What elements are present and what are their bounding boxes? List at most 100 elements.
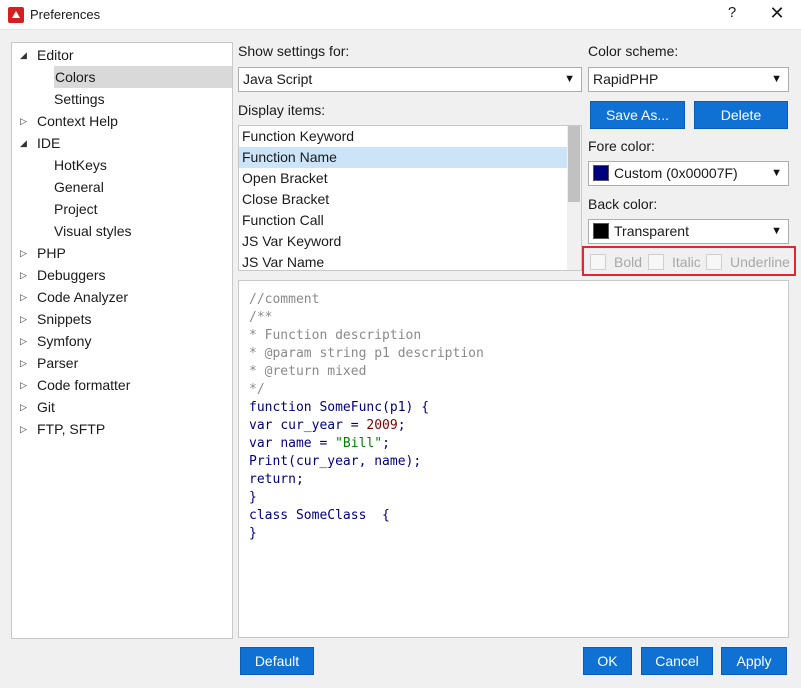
list-item[interactable]: JS Var Keyword xyxy=(239,231,581,252)
chevron-down-icon: ▼ xyxy=(771,167,782,179)
list-scrollbar-thumb[interactable] xyxy=(568,126,580,202)
code-token: SomeFunc(p1) { xyxy=(319,400,430,415)
show-settings-combo[interactable]: Java Script ▼ xyxy=(238,67,582,92)
tree-item-label: FTP, SFTP xyxy=(37,421,106,437)
ok-button[interactable]: OK xyxy=(583,647,632,675)
code-token: var xyxy=(249,418,281,433)
default-button[interactable]: Default xyxy=(240,647,314,675)
code-token: } xyxy=(249,490,257,505)
help-button[interactable]: ? xyxy=(722,4,742,21)
tree-item-code-analyzer[interactable]: ▷ Code Analyzer xyxy=(20,286,128,308)
code-token: * @param string p1 description xyxy=(249,346,484,361)
display-items-label: Display items: xyxy=(238,102,326,118)
display-items-list[interactable]: Function Keyword Function Name Open Bracke… xyxy=(238,125,582,271)
tree-item-label: Parser xyxy=(37,355,79,371)
code-line: //comment xyxy=(249,291,319,309)
tree-item-colors[interactable]: Colors xyxy=(54,66,232,88)
code-preview: //comment /** * Function description * @par… xyxy=(238,280,789,638)
code-token: 2009 xyxy=(366,418,398,433)
collapsed-arrow-icon[interactable]: ▷ xyxy=(20,110,35,132)
checkbox-box xyxy=(648,254,664,270)
code-token: */ xyxy=(249,382,265,397)
color-scheme-value: RapidPHP xyxy=(593,71,659,87)
fore-color-value: Custom (0x00007F) xyxy=(614,165,738,181)
tree-item-php[interactable]: ▷ PHP xyxy=(20,242,66,264)
list-item[interactable]: Function Keyword xyxy=(239,126,581,147)
code-token: } xyxy=(249,526,257,541)
list-item[interactable]: Close Bracket xyxy=(239,189,581,210)
tree-item-debuggers[interactable]: ▷ Debuggers xyxy=(20,264,106,286)
tree-item-label: Code formatter xyxy=(37,377,131,393)
list-item[interactable]: Function Call xyxy=(239,210,581,231)
code-token: ; xyxy=(295,472,304,487)
collapsed-arrow-icon[interactable]: ▷ xyxy=(20,242,35,264)
tree-item-label: IDE xyxy=(37,135,61,151)
tree-item-hotkeys[interactable]: HotKeys xyxy=(54,154,107,176)
list-item[interactable]: Open Bracket xyxy=(239,168,581,189)
dialog-client: ◢ Editor Colors Settings ▷ Context Help ◢ IDE Ho… xyxy=(0,30,801,688)
preferences-tree[interactable]: ◢ Editor Colors Settings ▷ Context Help ◢ IDE Ho… xyxy=(11,42,233,639)
tree-item-label: Context Help xyxy=(37,113,118,129)
collapsed-arrow-icon[interactable]: ▷ xyxy=(20,308,35,330)
tree-item-general[interactable]: General xyxy=(54,176,104,198)
code-line: */ xyxy=(249,381,265,399)
code-line: } xyxy=(249,525,257,543)
code-token: Print(cur_year, name); xyxy=(249,454,422,469)
tree-item-project[interactable]: Project xyxy=(54,198,98,220)
code-token: class xyxy=(249,508,296,523)
italic-checkbox: Italic xyxy=(648,254,701,272)
tree-item-settings[interactable]: Settings xyxy=(54,88,105,110)
code-line: function SomeFunc(p1) { xyxy=(249,399,429,417)
tree-item-editor[interactable]: ◢ Editor xyxy=(20,44,74,66)
code-token: SomeClass { xyxy=(295,508,390,523)
code-token: /** xyxy=(249,310,273,325)
code-token: * Function description xyxy=(249,328,422,343)
tree-item-visual-styles[interactable]: Visual styles xyxy=(54,220,132,242)
fore-color-combo[interactable]: Custom (0x00007F) ▼ xyxy=(588,161,789,186)
collapsed-arrow-icon[interactable]: ▷ xyxy=(20,352,35,374)
collapsed-arrow-icon[interactable]: ▷ xyxy=(20,418,35,440)
code-line: Print(cur_year, name); xyxy=(249,453,421,471)
tree-item-label: Editor xyxy=(37,47,74,63)
collapsed-arrow-icon[interactable]: ▷ xyxy=(20,286,35,308)
collapsed-arrow-icon[interactable]: ▷ xyxy=(20,396,35,418)
code-line: * @return mixed xyxy=(249,363,366,381)
code-line: * @param string p1 description xyxy=(249,345,484,363)
collapsed-arrow-icon[interactable]: ▷ xyxy=(20,374,35,396)
code-token: * @return mixed xyxy=(249,364,367,379)
code-token: ; xyxy=(382,436,390,451)
apply-button[interactable]: Apply xyxy=(721,647,787,675)
delete-button[interactable]: Delete xyxy=(694,101,788,129)
tree-item-code-formatter[interactable]: ▷ Code formatter xyxy=(20,374,130,396)
font-style-group: Bold Italic Underline xyxy=(582,246,796,276)
underline-checkbox: Underline xyxy=(706,254,790,272)
list-item[interactable]: JS Var Name xyxy=(239,252,581,270)
chevron-down-icon: ▼ xyxy=(771,73,782,85)
color-scheme-combo[interactable]: RapidPHP ▼ xyxy=(588,67,789,92)
tree-item-context-help[interactable]: ▷ Context Help xyxy=(20,110,118,132)
tree-item-snippets[interactable]: ▷ Snippets xyxy=(20,308,91,330)
code-token: cur_year = xyxy=(280,418,367,433)
cancel-button[interactable]: Cancel xyxy=(641,647,713,675)
list-item[interactable]: Function Name xyxy=(239,147,581,168)
code-token: ; xyxy=(397,418,406,433)
tree-item-symfony[interactable]: ▷ Symfony xyxy=(20,330,91,352)
back-color-combo[interactable]: Transparent ▼ xyxy=(588,219,789,244)
tree-item-label: PHP xyxy=(37,245,66,261)
collapsed-arrow-icon[interactable]: ▷ xyxy=(20,264,35,286)
fore-color-label: Fore color: xyxy=(588,138,655,154)
tree-item-git[interactable]: ▷ Git xyxy=(20,396,55,418)
expanded-arrow-icon[interactable]: ◢ xyxy=(20,132,35,154)
back-color-swatch xyxy=(593,223,609,239)
list-scrollbar[interactable] xyxy=(567,126,581,270)
tree-item-label: Code Analyzer xyxy=(37,289,129,305)
tree-item-ftp-sftp[interactable]: ▷ FTP, SFTP xyxy=(20,418,105,440)
expanded-arrow-icon[interactable]: ◢ xyxy=(20,44,35,66)
tree-item-ide[interactable]: ◢ IDE xyxy=(20,132,60,154)
fore-color-swatch xyxy=(593,165,609,181)
close-button[interactable]: ✕ xyxy=(766,3,788,24)
code-line: class SomeClass { xyxy=(249,507,390,525)
tree-item-parser[interactable]: ▷ Parser xyxy=(20,352,78,374)
save-as-button[interactable]: Save As... xyxy=(590,101,685,129)
collapsed-arrow-icon[interactable]: ▷ xyxy=(20,330,35,352)
